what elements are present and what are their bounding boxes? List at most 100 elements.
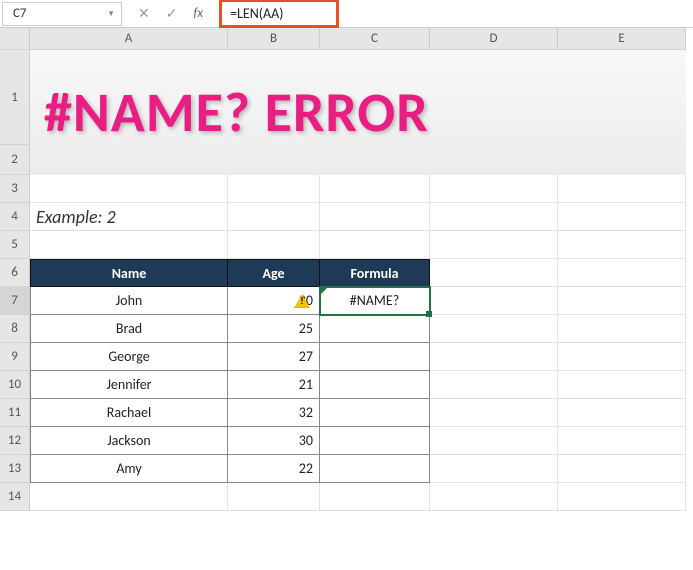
cell-C4[interactable]	[320, 203, 430, 231]
row-headers: 1 2 3 4 5 6 7 8 9 10 11 12 13 14	[0, 50, 30, 511]
row-header-1[interactable]: 1	[0, 50, 30, 145]
table-header-name[interactable]: Name	[30, 259, 228, 287]
cell-E8[interactable]	[558, 315, 686, 343]
cell-B12[interactable]: 30	[228, 427, 320, 455]
col-header-B[interactable]: B	[228, 28, 320, 50]
spreadsheet-grid: A B C D E 1 2 3 4 5 6 7 8 9 10 11 12 13 …	[0, 28, 693, 511]
cell-D5[interactable]	[430, 231, 558, 259]
error-flag-icon	[320, 287, 328, 295]
cell-D12[interactable]	[430, 427, 558, 455]
row-header-3[interactable]: 3	[0, 175, 30, 203]
cell-D10[interactable]	[430, 371, 558, 399]
cell-E11[interactable]	[558, 399, 686, 427]
row-header-5[interactable]: 5	[0, 231, 30, 259]
cell-E7[interactable]	[558, 287, 686, 315]
col-header-A[interactable]: A	[30, 28, 228, 50]
select-all-corner[interactable]	[0, 28, 30, 50]
row-header-11[interactable]: 11	[0, 399, 30, 427]
row-header-13[interactable]: 13	[0, 455, 30, 483]
cell-D13[interactable]	[430, 455, 558, 483]
cell-B8[interactable]: 25	[228, 315, 320, 343]
cell-B9[interactable]: 27	[228, 343, 320, 371]
cell-B3[interactable]	[228, 175, 320, 203]
column-headers: A B C D E	[0, 28, 693, 50]
cell-E14[interactable]	[558, 483, 686, 511]
cell-D11[interactable]	[430, 399, 558, 427]
col-header-E[interactable]: E	[558, 28, 686, 50]
cancel-formula-icon[interactable]: ✕	[138, 5, 150, 22]
cell-E5[interactable]	[558, 231, 686, 259]
cell-B14[interactable]	[228, 483, 320, 511]
cell-C10[interactable]	[320, 371, 430, 399]
cell-D8[interactable]	[430, 315, 558, 343]
banner-title: #NAME? ERROR	[30, 65, 670, 160]
cells-area: #NAME? ERROR Example: 2	[30, 50, 693, 511]
name-box-value: C7	[13, 6, 27, 21]
cell-C7-value: #NAME?	[350, 292, 399, 309]
cell-E10[interactable]	[558, 371, 686, 399]
cell-A10[interactable]: Jennifer	[30, 371, 228, 399]
cell-A5[interactable]	[30, 231, 228, 259]
cell-B4[interactable]	[228, 203, 320, 231]
name-box[interactable]: C7 ▼	[2, 2, 122, 26]
cell-E9[interactable]	[558, 343, 686, 371]
cell-D9[interactable]	[430, 343, 558, 371]
cell-D3[interactable]	[430, 175, 558, 203]
cell-E12[interactable]	[558, 427, 686, 455]
row-header-6[interactable]: 6	[0, 259, 30, 287]
row-header-7[interactable]: 7	[0, 287, 30, 315]
cell-C14[interactable]	[320, 483, 430, 511]
cell-C3[interactable]	[320, 175, 430, 203]
row-header-12[interactable]: 12	[0, 427, 30, 455]
cell-B5[interactable]	[228, 231, 320, 259]
cell-B11[interactable]: 32	[228, 399, 320, 427]
cell-D4[interactable]	[430, 203, 558, 231]
formula-bar: C7 ▼ ✕ ✓ fx =LEN(AA)	[0, 0, 693, 28]
fx-icon[interactable]: fx	[193, 6, 203, 21]
cell-B13[interactable]: 22	[228, 455, 320, 483]
warning-triangle-icon: !	[294, 294, 310, 308]
cell-E3[interactable]	[558, 175, 686, 203]
cell-C13[interactable]	[320, 455, 430, 483]
cell-D6[interactable]	[430, 259, 558, 287]
cell-A12[interactable]: Jackson	[30, 427, 228, 455]
formula-input-wrap: =LEN(AA)	[219, 0, 693, 28]
cell-C8[interactable]	[320, 315, 430, 343]
row-header-10[interactable]: 10	[0, 371, 30, 399]
cell-A11[interactable]: Rachael	[30, 399, 228, 427]
row-header-14[interactable]: 14	[0, 483, 30, 511]
cell-C11[interactable]	[320, 399, 430, 427]
row-header-2[interactable]: 2	[0, 145, 30, 175]
cell-B10[interactable]: 21	[228, 371, 320, 399]
cell-E4[interactable]	[558, 203, 686, 231]
row-header-9[interactable]: 9	[0, 343, 30, 371]
error-warning-button[interactable]: !	[292, 291, 312, 311]
col-header-D[interactable]: D	[430, 28, 558, 50]
cell-A14[interactable]	[30, 483, 228, 511]
cell-A3[interactable]	[30, 175, 228, 203]
chevron-down-icon[interactable]: ▼	[107, 9, 115, 19]
cell-C9[interactable]	[320, 343, 430, 371]
cell-A13[interactable]: Amy	[30, 455, 228, 483]
cell-A7[interactable]: John	[30, 287, 228, 315]
cell-D7[interactable]	[430, 287, 558, 315]
table-header-formula[interactable]: Formula	[320, 259, 430, 287]
cell-A9[interactable]: George	[30, 343, 228, 371]
cell-D14[interactable]	[430, 483, 558, 511]
cell-A4[interactable]: Example: 2	[30, 203, 228, 231]
formula-input[interactable]: =LEN(AA)	[219, 0, 339, 28]
cell-E13[interactable]	[558, 455, 686, 483]
row-header-8[interactable]: 8	[0, 315, 30, 343]
cell-E6[interactable]	[558, 259, 686, 287]
cell-C5[interactable]	[320, 231, 430, 259]
confirm-formula-icon[interactable]: ✓	[166, 5, 178, 22]
grid-rows: 1 2 3 4 5 6 7 8 9 10 11 12 13 14 #NAME? …	[0, 50, 693, 511]
formula-controls: ✕ ✓ fx	[122, 5, 219, 22]
cell-C7[interactable]: ! #NAME?	[320, 287, 430, 315]
col-header-C[interactable]: C	[320, 28, 430, 50]
banner-cell[interactable]: #NAME? ERROR	[30, 50, 686, 175]
cell-A8[interactable]: Brad	[30, 315, 228, 343]
cell-C12[interactable]	[320, 427, 430, 455]
table-header-age[interactable]: Age	[228, 259, 320, 287]
row-header-4[interactable]: 4	[0, 203, 30, 231]
